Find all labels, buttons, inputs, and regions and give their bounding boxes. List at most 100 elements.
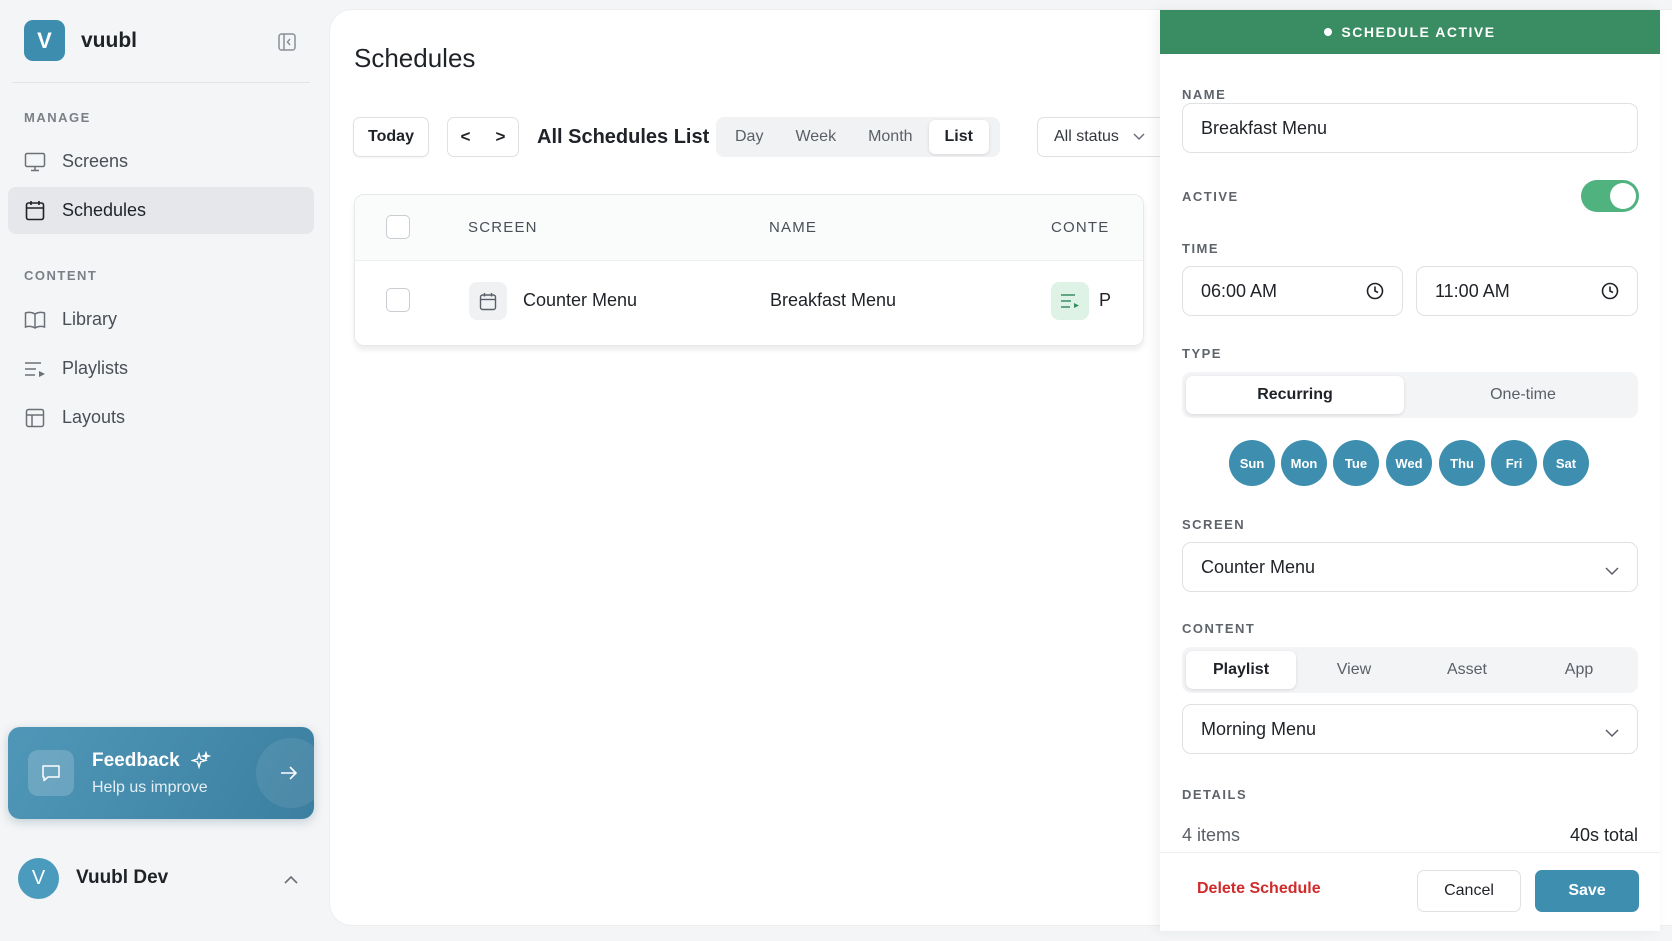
end-time-value: 11:00 AM — [1435, 280, 1510, 301]
app-name: vuubl — [81, 28, 137, 52]
brand[interactable]: V vuubl — [24, 20, 137, 61]
active-label: ACTIVE — [1182, 189, 1239, 204]
sidebar-divider — [12, 82, 310, 83]
cell-screen: Counter Menu — [523, 290, 638, 310]
monitor-icon — [24, 151, 46, 173]
save-button[interactable]: Save — [1535, 870, 1639, 912]
sidebar-item-label: Schedules — [62, 200, 147, 220]
today-button[interactable]: Today — [353, 117, 429, 157]
day-wed[interactable]: Wed — [1386, 440, 1432, 486]
sidebar-item-label: Screens — [62, 151, 129, 171]
status-banner: SCHEDULE ACTIVE — [1160, 10, 1660, 54]
time-label: TIME — [1182, 241, 1220, 256]
calendar-icon — [24, 200, 46, 222]
day-tue[interactable]: Tue — [1333, 440, 1379, 486]
content-select-value: Morning Menu — [1201, 718, 1317, 739]
type-recurring[interactable]: Recurring — [1186, 376, 1404, 414]
chevron-down-icon — [1605, 560, 1619, 581]
prev-button[interactable]: < — [461, 127, 471, 147]
name-field[interactable]: Breakfast Menu — [1182, 103, 1638, 153]
type-one-time[interactable]: One-time — [1412, 376, 1634, 414]
section-label-content: CONTENT — [24, 268, 98, 283]
user-name[interactable]: Vuubl Dev — [76, 867, 168, 889]
section-label-manage: MANAGE — [24, 110, 91, 125]
table-row[interactable]: Counter Menu Breakfast Menu P — [355, 261, 1143, 341]
schedule-drawer: SCHEDULE ACTIVE NAME Breakfast Menu ACTI… — [1160, 10, 1660, 931]
footer-divider — [1160, 852, 1660, 853]
sidebar-item-label: Playlists — [62, 358, 129, 378]
collapse-sidebar-icon[interactable] — [277, 32, 297, 52]
chevron-up-icon[interactable] — [283, 872, 299, 890]
chevron-down-icon — [1133, 128, 1145, 146]
details-label: DETAILS — [1182, 787, 1248, 802]
tab-app[interactable]: App — [1524, 651, 1634, 689]
tab-list[interactable]: List — [928, 120, 989, 154]
app-logo: V — [24, 20, 65, 61]
book-icon — [24, 309, 46, 331]
end-time-field[interactable]: 11:00 AM — [1416, 266, 1638, 316]
view-switcher: Day Week Month List — [716, 117, 1000, 157]
cell-content: P — [1099, 290, 1112, 310]
feedback-card[interactable]: Feedback Help us improve — [8, 727, 314, 819]
type-switcher: Recurring One-time — [1182, 372, 1638, 418]
day-mon[interactable]: Mon — [1281, 440, 1327, 486]
tab-view[interactable]: View — [1299, 651, 1409, 689]
day-sat[interactable]: Sat — [1543, 440, 1589, 486]
tab-week[interactable]: Week — [779, 120, 852, 154]
status-filter-value: All status — [1054, 128, 1119, 145]
avatar[interactable]: V — [18, 858, 59, 899]
sidebar: V vuubl MANAGE Screens Schedules CONTENT… — [0, 0, 330, 941]
day-fri[interactable]: Fri — [1491, 440, 1537, 486]
feedback-title: Feedback — [92, 750, 180, 771]
type-label: TYPE — [1182, 346, 1222, 361]
calendar-icon — [469, 282, 507, 320]
page-title: Schedules — [354, 43, 476, 73]
day-sun[interactable]: Sun — [1229, 440, 1275, 486]
delete-schedule-button[interactable]: Delete Schedule — [1197, 880, 1321, 898]
status-filter[interactable]: All status — [1037, 117, 1167, 157]
sidebar-item-layouts[interactable]: Layouts — [8, 394, 314, 441]
details-duration: 40s total — [1569, 825, 1638, 845]
tab-playlist[interactable]: Playlist — [1186, 651, 1296, 689]
sparkle-icon — [190, 750, 212, 776]
playlist-icon — [1051, 282, 1089, 320]
sidebar-item-label: Library — [62, 309, 118, 329]
content-select[interactable]: Morning Menu — [1182, 704, 1638, 754]
details-item-count: 4 items — [1182, 825, 1241, 845]
column-header-name[interactable]: NAME — [769, 219, 817, 236]
content-label: CONTENT — [1182, 621, 1256, 636]
date-nav: < > — [447, 117, 519, 157]
cell-name: Breakfast Menu — [770, 290, 897, 310]
sidebar-item-screens[interactable]: Screens — [8, 138, 314, 185]
content-type-switcher: Playlist View Asset App — [1182, 647, 1638, 693]
start-time-value: 06:00 AM — [1201, 280, 1278, 301]
tab-month[interactable]: Month — [852, 120, 928, 154]
day-thu[interactable]: Thu — [1439, 440, 1485, 486]
status-banner-text: SCHEDULE ACTIVE — [1341, 24, 1496, 40]
next-button[interactable]: > — [496, 127, 506, 147]
select-all-checkbox[interactable] — [386, 215, 410, 239]
screen-select[interactable]: Counter Menu — [1182, 542, 1638, 592]
tab-asset[interactable]: Asset — [1412, 651, 1522, 689]
column-header-screen[interactable]: SCREEN — [468, 219, 538, 236]
sidebar-item-label: Layouts — [62, 407, 126, 427]
name-label: NAME — [1182, 87, 1227, 102]
chevron-down-icon — [1605, 722, 1619, 743]
tab-day[interactable]: Day — [719, 120, 779, 154]
active-toggle[interactable] — [1581, 180, 1639, 212]
start-time-field[interactable]: 06:00 AM — [1182, 266, 1403, 316]
feedback-subtitle: Help us improve — [92, 779, 208, 796]
row-checkbox[interactable] — [386, 288, 410, 312]
sidebar-item-playlists[interactable]: Playlists — [8, 345, 314, 392]
clock-icon — [1366, 282, 1384, 305]
clock-icon — [1601, 282, 1619, 305]
layout-icon — [24, 407, 46, 429]
sidebar-item-schedules[interactable]: Schedules — [8, 187, 314, 234]
screen-label: SCREEN — [1182, 517, 1246, 532]
screen-select-value: Counter Menu — [1201, 556, 1316, 577]
status-dot-icon — [1324, 28, 1333, 36]
schedules-table: SCREEN NAME CONTE Counter Menu Breakfast… — [354, 194, 1144, 346]
column-header-content[interactable]: CONTE — [1051, 219, 1110, 236]
sidebar-item-library[interactable]: Library — [8, 296, 314, 343]
cancel-button[interactable]: Cancel — [1417, 870, 1521, 912]
